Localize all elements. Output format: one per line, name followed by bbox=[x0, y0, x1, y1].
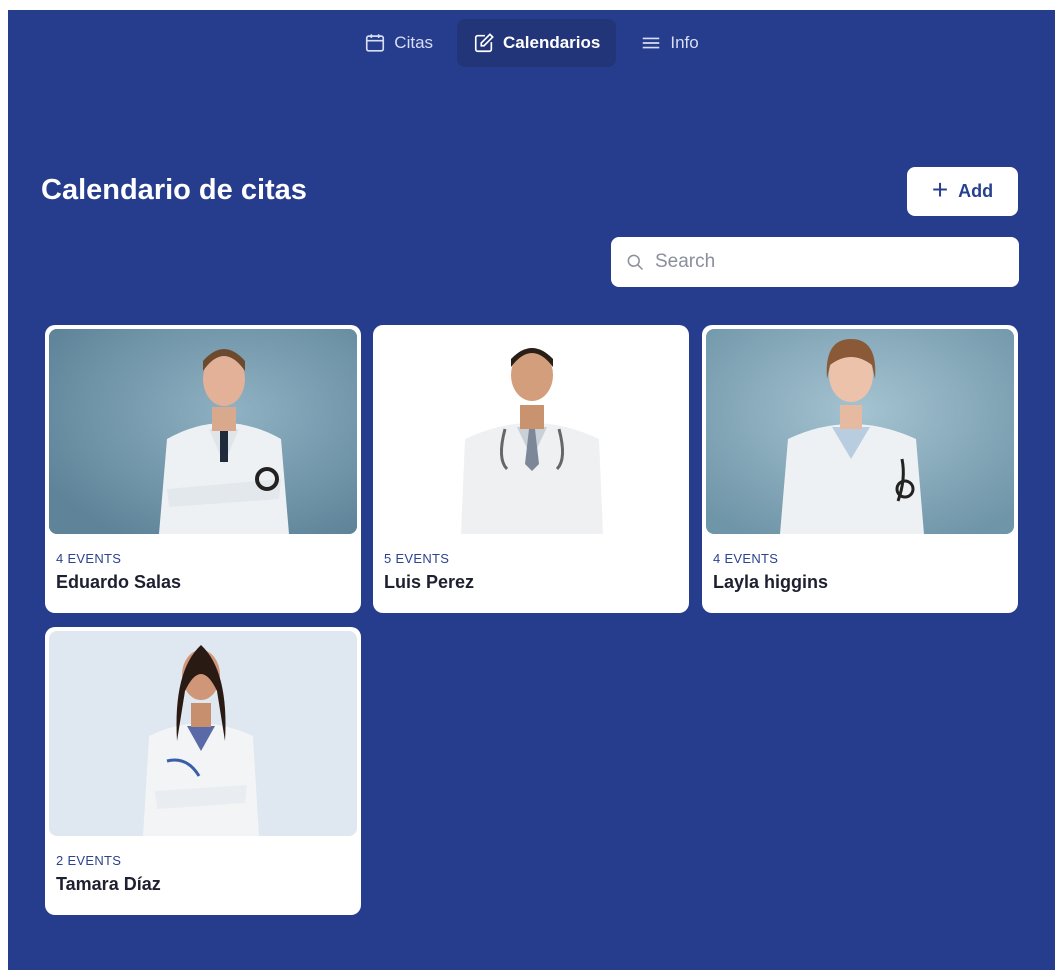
menu-icon bbox=[643, 37, 660, 49]
nav-item-label: Info bbox=[670, 33, 699, 52]
nav-item-info[interactable]: Info bbox=[624, 19, 714, 67]
doctor-photo bbox=[377, 329, 685, 534]
doctor-photo bbox=[49, 329, 357, 534]
add-button[interactable]: + Add bbox=[907, 167, 1018, 216]
app-frame: Citas Calendarios Info Calendario de cit… bbox=[8, 10, 1055, 970]
nav-item-citas[interactable]: Citas bbox=[348, 19, 449, 67]
page-title: Calendario de citas bbox=[41, 174, 307, 206]
doctor-photo bbox=[706, 329, 1014, 534]
calendar-card-eduardo-salas[interactable]: 4 EVENTS Eduardo Salas bbox=[45, 325, 361, 613]
search-box[interactable] bbox=[611, 237, 1019, 287]
add-button-label: Add bbox=[958, 181, 994, 201]
calendar-card-luis-perez[interactable]: 5 EVENTS Luis Perez bbox=[373, 325, 689, 613]
events-count: 4 EVENTS bbox=[56, 551, 122, 566]
edit-icon bbox=[474, 33, 494, 53]
nav-item-label: Citas bbox=[394, 33, 434, 52]
doctor-photo bbox=[49, 631, 357, 836]
calendar-name: Tamara Díaz bbox=[56, 874, 161, 894]
nav-item-calendarios[interactable]: Calendarios bbox=[457, 19, 617, 67]
calendar-card-tamara-diaz[interactable]: 2 EVENTS Tamara Díaz bbox=[45, 627, 361, 915]
search-icon bbox=[627, 254, 644, 271]
calendar-name: Luis Perez bbox=[384, 572, 475, 592]
search-input[interactable] bbox=[655, 251, 1005, 273]
calendar-name: Eduardo Salas bbox=[56, 572, 182, 592]
calendar-name: Layla higgins bbox=[713, 572, 829, 592]
calendar-card-layla-higgins[interactable]: 4 EVENTS Layla higgins bbox=[702, 325, 1018, 613]
events-count: 5 EVENTS bbox=[384, 551, 450, 566]
plus-icon: + bbox=[931, 174, 949, 205]
nav-item-label: Calendarios bbox=[503, 33, 601, 52]
events-count: 4 EVENTS bbox=[713, 551, 779, 566]
events-count: 2 EVENTS bbox=[56, 853, 122, 868]
calendar-icon bbox=[366, 34, 385, 52]
top-nav: Citas Calendarios Info bbox=[8, 18, 1055, 68]
